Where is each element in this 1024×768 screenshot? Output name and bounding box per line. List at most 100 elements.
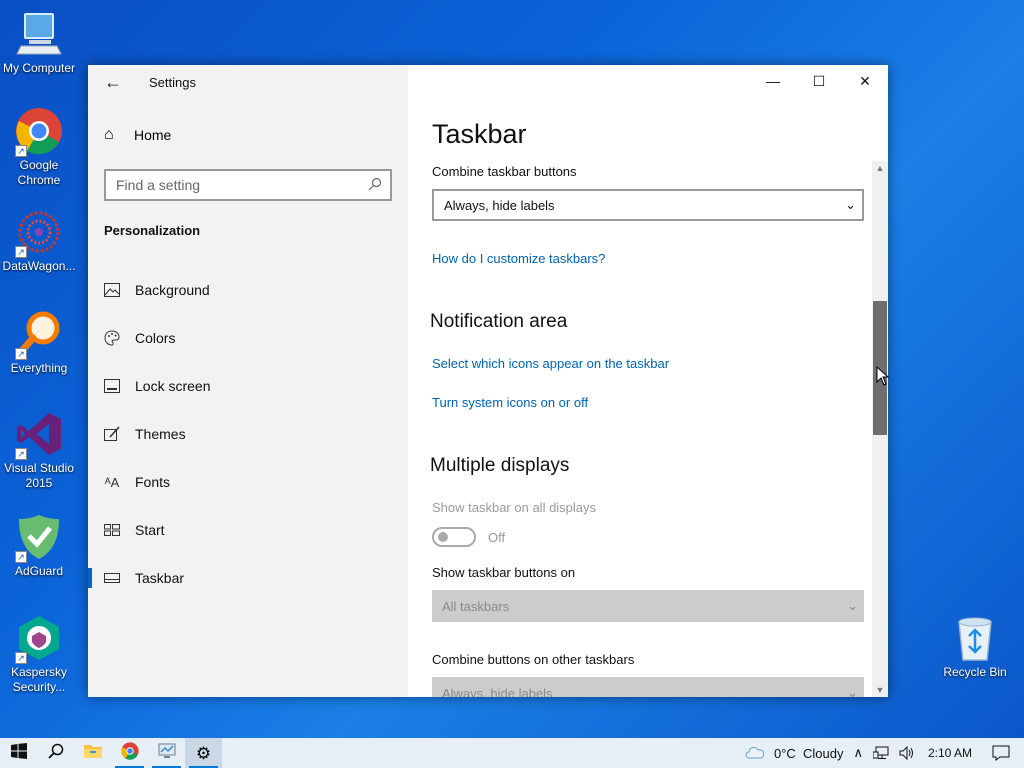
close-button[interactable]: ✕ [842,65,888,97]
chevron-down-icon: ⌄ [847,598,858,613]
computer-icon [15,10,63,58]
section-personalization: Personalization [104,223,201,238]
taskbar-app-file-explorer[interactable] [74,738,111,768]
desktop-icon-label: AdGuard [14,564,64,578]
show-taskbar-buttons-on-label: Show taskbar buttons on [432,565,576,580]
desktop-icon-datawagon[interactable]: ↗ DataWagon... [1,208,77,274]
weather-text: 0°C Cloudy [773,745,844,761]
sidebar: ← Settings ⌂ Home Find a setting Persona… [88,65,408,697]
system-tray: 0°C Cloudy ∧ 2:10 AM [739,738,1024,768]
combine-taskbar-buttons-dropdown[interactable]: Always, hide labels ⌄ [432,189,864,221]
sidebar-item-start[interactable]: Start [88,506,408,554]
picture-icon [104,282,120,298]
toggle-knob [438,532,448,542]
shortcut-arrow-icon: ↗ [15,348,27,360]
scroll-up-icon[interactable]: ▲ [872,161,888,175]
monitor-app-icon [158,743,176,764]
desktop-icon-visual-studio[interactable]: ↗ Visual Studio 2015 [1,410,77,491]
toggle-state-label: Off [488,529,506,545]
network-icon[interactable] [868,746,894,760]
customize-taskbars-link[interactable]: How do I customize taskbars? [432,251,605,266]
dropdown-value: Always, hide labels [444,197,555,213]
combine-other-taskbars-dropdown[interactable]: Always, hide labels ⌄ [432,677,864,697]
notification-area-heading: Notification area [430,311,568,332]
desktop-icon-label: DataWagon... [2,259,76,273]
weather-widget[interactable]: 0°C Cloudy [739,745,849,762]
sidebar-item-taskbar[interactable]: Taskbar [88,554,408,602]
taskbar-app-monitor[interactable] [148,738,185,768]
themes-brush-icon [104,426,120,442]
sidebar-item-lock-screen[interactable]: Lock screen [88,362,408,410]
adguard-icon: ↗ [15,513,63,563]
mouse-cursor-icon [876,365,890,386]
search-button[interactable] [37,738,74,768]
maximize-button[interactable]: ☐ [796,65,842,97]
system-icons-link[interactable]: Turn system icons on or off [432,395,588,410]
sidebar-item-themes[interactable]: Themes [88,410,408,458]
sidebar-item-background[interactable]: Background [88,266,408,314]
desktop-icon-recycle-bin[interactable]: Recycle Bin [937,614,1013,680]
sidebar-home[interactable]: ⌂ Home [104,127,172,144]
shortcut-arrow-icon: ↗ [15,145,27,157]
sidebar-item-label: Taskbar [135,570,185,586]
recycle-bin-icon [951,614,999,662]
scroll-down-icon[interactable]: ▼ [872,683,888,697]
window-title: Settings [149,75,196,90]
desktop-icon-label: Visual Studio 2015 [4,461,74,490]
dropdown-value: All taskbars [442,598,510,614]
chevron-down-icon: ⌄ [845,197,856,212]
search-icon [368,177,382,194]
window-controls: — ☐ ✕ [750,65,888,97]
desktop-icon-label: Kaspersky Security... [10,665,68,694]
gear-icon: ⚙ [195,743,212,763]
sidebar-item-label: Lock screen [135,378,211,394]
clock[interactable]: 2:10 AM [920,746,986,760]
show-taskbar-buttons-on-dropdown[interactable]: All taskbars ⌄ [432,590,864,622]
select-icons-link[interactable]: Select which icons appear on the taskbar [432,356,669,371]
action-center-icon[interactable] [986,745,1024,761]
start-button[interactable] [0,738,37,768]
folder-icon [83,743,102,764]
fonts-icon: ᴬA [104,474,120,490]
desktop-icon-adguard[interactable]: ↗ AdGuard [1,513,77,579]
search-placeholder: Find a setting [116,177,201,193]
shortcut-arrow-icon: ↗ [15,652,27,664]
combine-other-taskbars-label: Combine buttons on other taskbars [432,652,635,667]
kaspersky-icon: ↗ [15,614,63,664]
shortcut-arrow-icon: ↗ [15,246,27,258]
everything-search-icon: ↗ [15,310,63,360]
show-taskbar-all-displays-label: Show taskbar on all displays [432,500,597,515]
taskbar-app-settings[interactable]: ⚙ [185,738,222,768]
desktop-icon-my-computer[interactable]: My Computer [1,10,77,76]
search-input[interactable]: Find a setting [104,169,392,201]
chevron-down-icon: ⌄ [847,685,858,697]
show-taskbar-all-displays-toggle[interactable] [432,527,476,547]
cloud-icon [744,745,766,762]
shortcut-arrow-icon: ↗ [15,551,27,563]
desktop-icon-kaspersky[interactable]: ↗ Kaspersky Security... [1,614,77,695]
start-grid-icon [104,522,120,538]
desktop-icon-google-chrome[interactable]: ↗ Google Chrome [1,107,77,188]
vertical-scrollbar[interactable]: ▲ ▼ [872,161,888,697]
sidebar-item-label: Start [135,522,165,538]
desktop-icon-label: My Computer [2,61,76,75]
sidebar-item-label: Themes [135,426,186,442]
datawagon-icon: ↗ [15,208,63,258]
sidebar-item-label: Colors [135,330,176,346]
desktop-icon-label: Everything [10,361,68,375]
home-label: Home [134,127,172,143]
taskbar: ⚙ 0°C Cloudy ∧ 2:10 AM [0,738,1024,768]
minimize-button[interactable]: — [750,65,796,97]
show-taskbar-all-displays-toggle-row: Off [432,527,505,547]
taskbar-app-chrome[interactable] [111,738,148,768]
desktop-icon-label: Google Chrome [17,158,61,187]
back-arrow-icon[interactable]: ← [104,73,122,91]
search-icon [47,743,64,764]
desktop-icon-everything[interactable]: ↗ Everything [1,310,77,376]
sidebar-item-colors[interactable]: Colors [88,314,408,362]
volume-icon[interactable] [894,746,920,760]
sidebar-item-fonts[interactable]: ᴬA Fonts [88,458,408,506]
shortcut-arrow-icon: ↗ [15,448,27,460]
show-hidden-icons-chevron-up-icon[interactable]: ∧ [848,745,868,761]
chrome-icon: ↗ [15,107,63,157]
